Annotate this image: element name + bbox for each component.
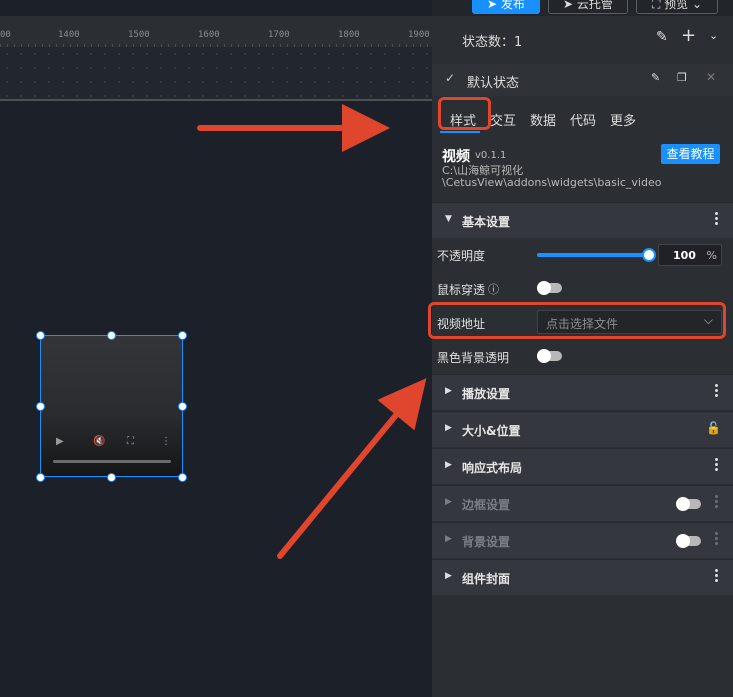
annotation-arrows (197, 104, 427, 559)
arrow-to-video-url (277, 378, 427, 559)
